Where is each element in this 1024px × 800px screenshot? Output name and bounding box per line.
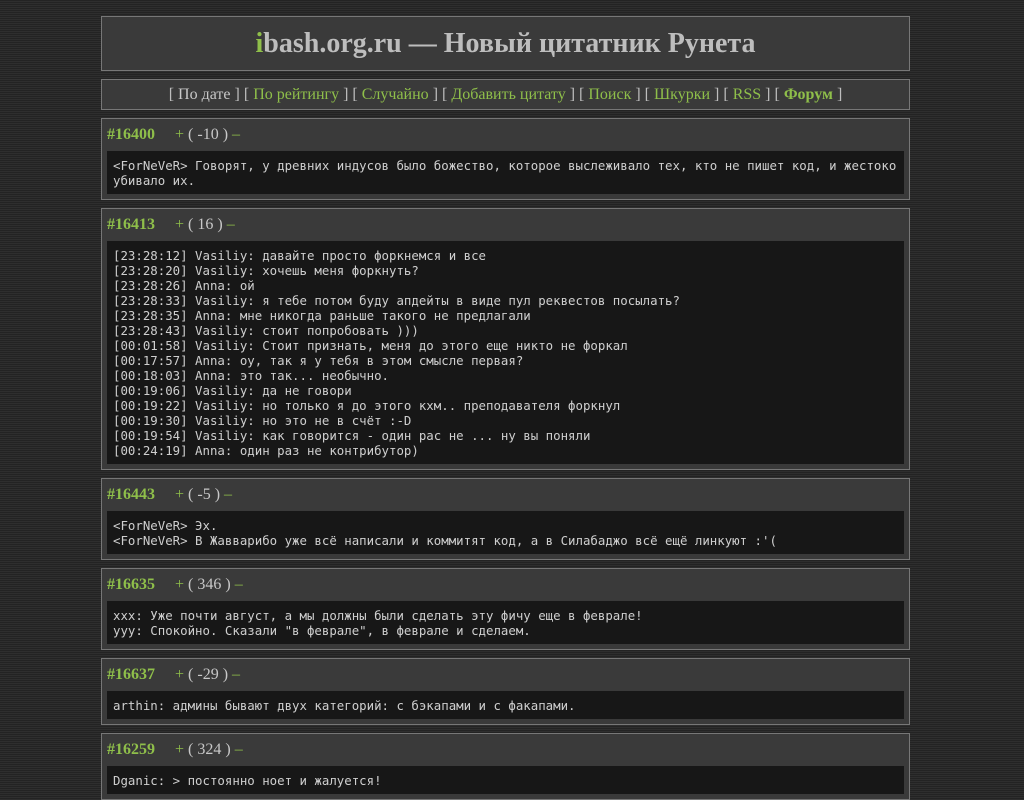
nav-add-quote[interactable]: Добавить цитату — [451, 86, 565, 104]
nav-bracket: [ — [168, 85, 179, 103]
nav-search[interactable]: Поиск — [588, 86, 631, 104]
main-nav: [ По дате ] [ По рейтингу ] [ Случайно ]… — [101, 79, 910, 110]
vote-down-button[interactable]: – — [232, 126, 240, 144]
quote-text: xxx: Уже почти август, а мы должны были … — [107, 601, 904, 644]
quote-block: #16413 + ( 16 ) – [23:28:12] Vasiliy: да… — [101, 208, 910, 470]
nav-random[interactable]: Случайно — [362, 86, 429, 104]
quote-block: #16443 + ( -5 ) – <ForNeVeR> Эх. <ForNeV… — [101, 478, 910, 560]
vote-up-button[interactable]: + — [175, 126, 184, 144]
quote-text: <ForNeVeR> Эх. <ForNeVeR> В Жавварибо уж… — [107, 511, 904, 554]
nav-bracket: ] — [832, 85, 843, 103]
quote-header: #16413 + ( 16 ) – — [107, 213, 904, 237]
nav-skins[interactable]: Шкурки — [654, 86, 710, 104]
quote-text: arthin: админы бывают двух категорий: с … — [107, 691, 904, 719]
quote-rating: ( -5 ) — [188, 486, 221, 503]
quote-header: #16400 + ( -10 ) – — [107, 123, 904, 147]
nav-separator: ] [ — [710, 85, 733, 103]
page-wrapper: ibash.org.ru — Новый цитатник Рунета [ П… — [101, 16, 910, 800]
nav-forum[interactable]: Форум — [784, 86, 833, 104]
quote-block: #16259 + ( 324 ) – Dganic: > постоянно н… — [101, 733, 910, 800]
quote-header: #16637 + ( -29 ) – — [107, 663, 904, 687]
quote-id-link[interactable]: #16400 — [107, 126, 175, 144]
nav-by-date[interactable]: По дате — [178, 86, 230, 104]
quote-rating: ( 324 ) — [188, 741, 231, 758]
nav-rss[interactable]: RSS — [733, 86, 761, 104]
quote-id-link[interactable]: #16443 — [107, 486, 175, 504]
quote-id-link[interactable]: #16637 — [107, 666, 175, 684]
nav-separator: ] [ — [631, 85, 654, 103]
quote-block: #16637 + ( -29 ) – arthin: админы бывают… — [101, 658, 910, 725]
quote-rating: ( 346 ) — [188, 576, 231, 593]
quote-header: #16259 + ( 324 ) – — [107, 738, 904, 762]
vote-up-button[interactable]: + — [175, 216, 184, 234]
quote-header: #16443 + ( -5 ) – — [107, 483, 904, 507]
quote-rating: ( -29 ) — [188, 666, 229, 683]
quote-id-link[interactable]: #16635 — [107, 576, 175, 594]
nav-separator: ] [ — [761, 85, 784, 103]
nav-separator: ] [ — [230, 85, 254, 103]
vote-up-button[interactable]: + — [175, 666, 184, 684]
vote-up-button[interactable]: + — [175, 741, 184, 759]
quote-id-link[interactable]: #16259 — [107, 741, 175, 759]
vote-down-button[interactable]: – — [227, 216, 235, 234]
quote-header: #16635 + ( 346 ) – — [107, 573, 904, 597]
quote-id-link[interactable]: #16413 — [107, 216, 175, 234]
quote-text: Dganic: > постоянно ноет и жалуется! — [107, 766, 904, 794]
vote-down-button[interactable]: – — [224, 486, 232, 504]
site-title-rest: bash.org.ru — Новый цитатник Рунета — [263, 27, 756, 59]
vote-down-button[interactable]: – — [232, 666, 240, 684]
quote-text: <ForNeVeR> Говорят, у древних индусов бы… — [107, 151, 904, 194]
vote-up-button[interactable]: + — [175, 576, 184, 594]
vote-down-button[interactable]: – — [235, 741, 243, 759]
nav-separator: ] [ — [428, 85, 452, 103]
quote-block: #16400 + ( -10 ) – <ForNeVeR> Говорят, у… — [101, 118, 910, 200]
nav-separator: ] [ — [565, 85, 589, 103]
vote-down-button[interactable]: – — [235, 576, 243, 594]
nav-by-rating[interactable]: По рейтингу — [253, 86, 339, 104]
quote-rating: ( -10 ) — [188, 126, 229, 143]
nav-separator: ] [ — [339, 85, 362, 103]
quote-rating: ( 16 ) — [188, 216, 223, 233]
vote-up-button[interactable]: + — [175, 486, 184, 504]
quote-block: #16635 + ( 346 ) – xxx: Уже почти август… — [101, 568, 910, 650]
site-header: ibash.org.ru — Новый цитатник Рунета — [101, 16, 910, 71]
site-title[interactable]: ibash.org.ru — Новый цитатник Рунета — [256, 28, 756, 60]
quote-text: [23:28:12] Vasiliy: давайте просто форкн… — [107, 241, 904, 464]
